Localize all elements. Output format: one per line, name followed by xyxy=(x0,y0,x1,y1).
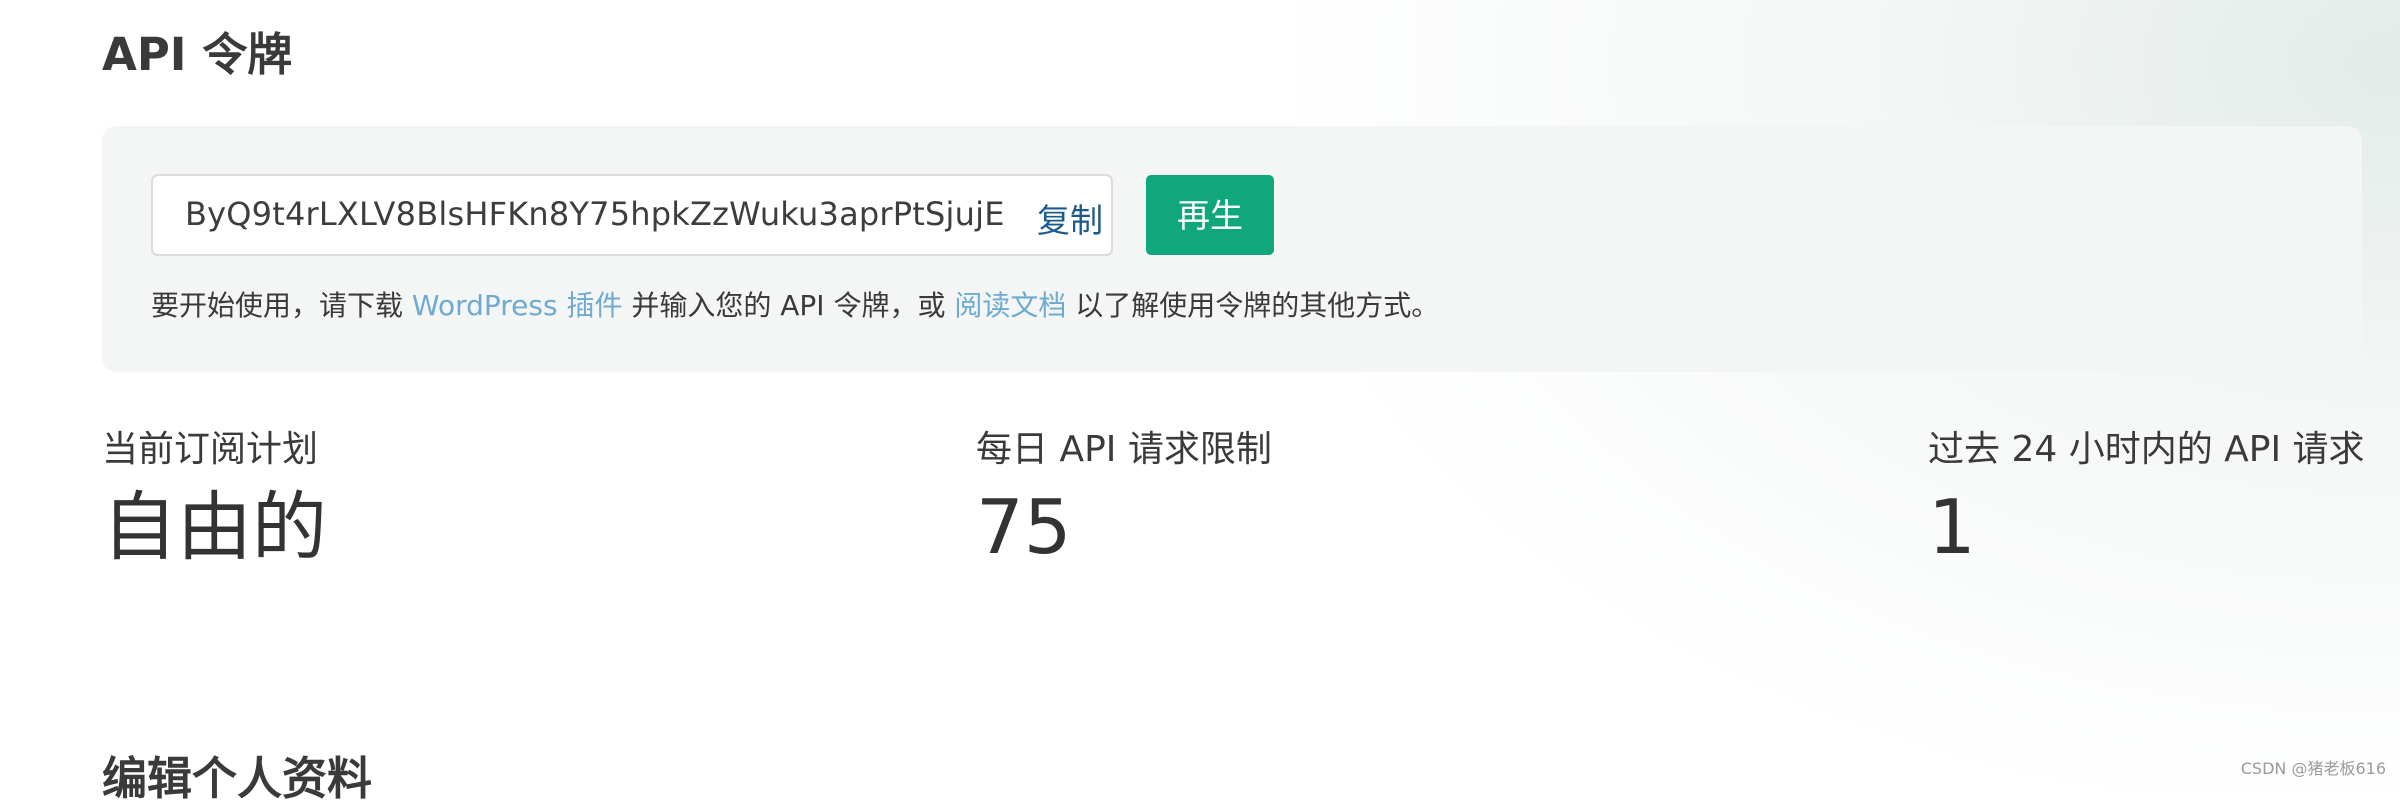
requests-24h-stat: 过去 24 小时内的 API 请求 1 xyxy=(1928,428,2365,572)
regenerate-button[interactable]: 再生 xyxy=(1146,175,1274,255)
wordpress-plugin-link[interactable]: WordPress 插件 xyxy=(412,289,623,322)
daily-limit-stat: 每日 API 请求限制 75 xyxy=(976,428,1272,572)
api-token-value[interactable]: ByQ9t4rLXLV8BlsHFKn8Y75hpkZzWuku3aprPtSj… xyxy=(185,195,1005,233)
subscription-plan-label: 当前订阅计划 xyxy=(102,429,319,470)
background-gradient xyxy=(1300,0,2400,789)
help-text-part1: 要开始使用，请下载 xyxy=(151,289,412,322)
copy-button[interactable]: 复制 xyxy=(1037,194,1103,242)
subscription-plan-stat: 当前订阅计划 自由的 xyxy=(102,428,327,572)
api-token-field[interactable]: ByQ9t4rLXLV8BlsHFKn8Y75hpkZzWuku3aprPtSj… xyxy=(151,174,1113,256)
daily-limit-label: 每日 API 请求限制 xyxy=(976,429,1272,470)
read-docs-link[interactable]: 阅读文档 xyxy=(954,289,1066,322)
requests-24h-value: 1 xyxy=(1928,483,1976,571)
watermark: CSDN @猪老板616 xyxy=(2240,759,2386,778)
api-token-title: API 令牌 xyxy=(102,28,293,81)
requests-24h-label: 过去 24 小时内的 API 请求 xyxy=(1928,429,2365,470)
help-text-part3: 以了解使用令牌的其他方式。 xyxy=(1066,289,1440,322)
api-help-text: 要开始使用，请下载 WordPress 插件 并输入您的 API 令牌，或 阅读… xyxy=(151,284,1439,324)
help-text-part2: 并输入您的 API 令牌，或 xyxy=(622,289,955,322)
edit-profile-title: 编辑个人资料 xyxy=(102,752,373,805)
daily-limit-value: 75 xyxy=(976,483,1072,571)
api-token-card: ByQ9t4rLXLV8BlsHFKn8Y75hpkZzWuku3aprPtSj… xyxy=(102,126,2362,372)
subscription-plan-value: 自由的 xyxy=(102,483,328,571)
